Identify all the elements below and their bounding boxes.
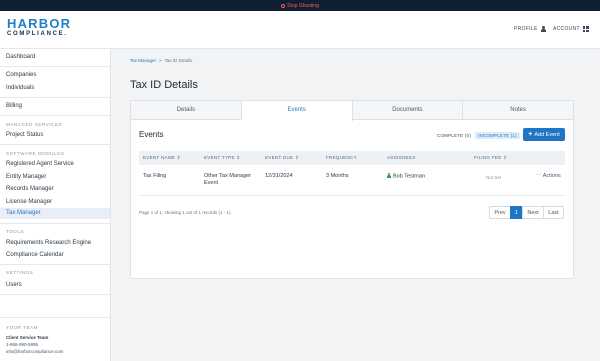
account-label: ACCOUNT xyxy=(553,26,580,32)
sidebar-item-billing[interactable]: Billing xyxy=(6,103,22,109)
breadcrumb-separator: > xyxy=(159,58,162,63)
row-actions-menu[interactable]: ⋯ Actions xyxy=(536,173,561,180)
your-team-heading: YOUR TEAM xyxy=(6,325,39,330)
sidebar-item-companies[interactable]: Companies xyxy=(6,72,36,78)
divider xyxy=(0,294,110,295)
tab-details[interactable]: Details xyxy=(131,101,242,119)
sidebar: Dashboard Companies Individuals Billing … xyxy=(0,49,111,361)
sidebar-item-users[interactable]: Users xyxy=(6,282,22,288)
sidebar-item-license-manager[interactable]: License Manager xyxy=(6,199,52,205)
harbor-compliance-logo[interactable]: HARBOR COMPLIANCE. xyxy=(7,17,71,38)
tab-events[interactable]: Events xyxy=(241,101,353,121)
stop-ghosting-button[interactable]: Stop Ghosting xyxy=(281,3,319,9)
last-page-button[interactable]: Last xyxy=(543,206,564,219)
column-header[interactable]: FREQUENCY xyxy=(326,155,357,160)
more-icon: ⋯ xyxy=(536,173,542,179)
top-header: HARBOR COMPLIANCE. PROFILE ACCOUNT xyxy=(0,11,600,49)
ghosting-bar: Stop Ghosting xyxy=(0,0,600,11)
add-event-button[interactable]: + Add Event xyxy=(523,128,565,141)
column-header[interactable]: EVENT DUE ⇕ xyxy=(265,155,299,161)
sidebar-item-dashboard[interactable]: Dashboard xyxy=(6,54,35,60)
page-1-button[interactable]: 1 xyxy=(510,206,522,219)
breadcrumb-current: Tax ID Details xyxy=(164,58,193,63)
logo-top-text: HARBOR xyxy=(7,16,72,31)
filter-complete[interactable]: COMPLETE (0) xyxy=(434,132,474,139)
prev-page-button[interactable]: Prev xyxy=(489,206,510,219)
profile-label: PROFILE xyxy=(514,26,538,32)
stop-ghosting-label: Stop Ghosting xyxy=(287,2,319,9)
person-icon xyxy=(540,26,546,32)
divider xyxy=(0,66,110,67)
frequency-cell: 3 Months xyxy=(326,173,349,179)
team-name: Client Service Team xyxy=(6,335,49,340)
next-page-button[interactable]: Next xyxy=(522,206,543,219)
events-heading: Events xyxy=(139,130,164,139)
assignee-name: Bob Testman xyxy=(393,173,426,180)
breadcrumb-tax-manager[interactable]: Tax Manager xyxy=(130,58,156,63)
add-event-label: Add Event xyxy=(534,131,560,138)
main-content: Tax Manager > Tax ID Details Tax ID Deta… xyxy=(111,49,600,361)
sidebar-item-compliance-calendar[interactable]: Compliance Calendar xyxy=(6,252,64,258)
grid-icon xyxy=(582,26,589,32)
divider xyxy=(0,264,110,265)
details-card: Details Events Documents Notes Events CO… xyxy=(130,100,574,279)
table-row[interactable]: Tax Filing Other Tax Manager Event 12/31… xyxy=(139,165,565,196)
team-phone[interactable]: 1-866-990-5895 xyxy=(6,342,38,347)
actions-label: Actions xyxy=(542,173,561,179)
divider xyxy=(0,97,110,98)
sidebar-item-registered-agent[interactable]: Registered Agent Service xyxy=(6,161,74,167)
managed-services-heading: MANAGED SERVICES xyxy=(6,122,63,127)
plus-icon: + xyxy=(528,131,533,138)
divider xyxy=(0,317,110,318)
sidebar-item-tax-manager[interactable]: Tax Manager xyxy=(0,208,110,219)
assignee-cell: Bob Testman xyxy=(387,173,425,181)
pagination-info: Page 1 of 1, showing 1 out of 1 records … xyxy=(139,210,232,215)
event-type-cell: Other Tax Manager Event xyxy=(204,173,251,186)
column-header[interactable]: EVENT NAME ⇕ xyxy=(143,155,181,161)
sidebar-item-project-status[interactable]: Project Status xyxy=(6,132,43,138)
sidebar-item-research-engine[interactable]: Requirements Research Engine xyxy=(6,240,91,246)
pagination: Prev 1 Next Last xyxy=(489,206,564,219)
event-due-cell: 12/31/2024 xyxy=(265,173,293,179)
user-icon xyxy=(387,173,391,178)
page-title: Tax ID Details xyxy=(130,79,198,91)
tab-notes[interactable]: Notes xyxy=(463,101,573,119)
column-header[interactable]: ASSIGNEES xyxy=(387,155,416,160)
settings-heading: SETTINGS xyxy=(6,270,34,275)
tab-bar: Details Events Documents Notes xyxy=(131,101,573,121)
account-link[interactable]: ACCOUNT xyxy=(553,26,589,32)
sidebar-item-records-manager[interactable]: Records Manager xyxy=(6,186,54,192)
sidebar-item-individuals[interactable]: Individuals xyxy=(6,85,34,91)
breadcrumb: Tax Manager > Tax ID Details xyxy=(130,58,192,63)
divider xyxy=(0,144,110,145)
logo-bottom-text: COMPLIANCE. xyxy=(7,31,68,37)
column-header[interactable]: FILING FEE ⇕ xyxy=(474,155,507,161)
event-name-cell[interactable]: Tax Filing xyxy=(143,173,166,180)
events-table-header: EVENT NAME ⇕ EVENT TYPE ⇕ EVENT DUE ⇕ FR… xyxy=(139,151,565,165)
tools-heading: TOOLS xyxy=(6,229,25,234)
profile-link[interactable]: PROFILE xyxy=(514,26,546,32)
column-header[interactable]: EVENT TYPE ⇕ xyxy=(204,155,240,161)
software-modules-heading: SOFTWARE MODULES xyxy=(6,151,65,156)
tab-documents[interactable]: Documents xyxy=(353,101,464,119)
sidebar-item-entity-manager[interactable]: Entity Manager xyxy=(6,174,46,180)
divider xyxy=(0,223,110,224)
divider xyxy=(0,115,110,116)
team-email[interactable]: info@harborcompliance.com xyxy=(6,349,63,354)
filter-incomplete[interactable]: INCOMPLETE (1) xyxy=(475,132,520,139)
filing-fee-cell: Not Set xyxy=(486,175,502,180)
stop-icon xyxy=(281,3,286,8)
